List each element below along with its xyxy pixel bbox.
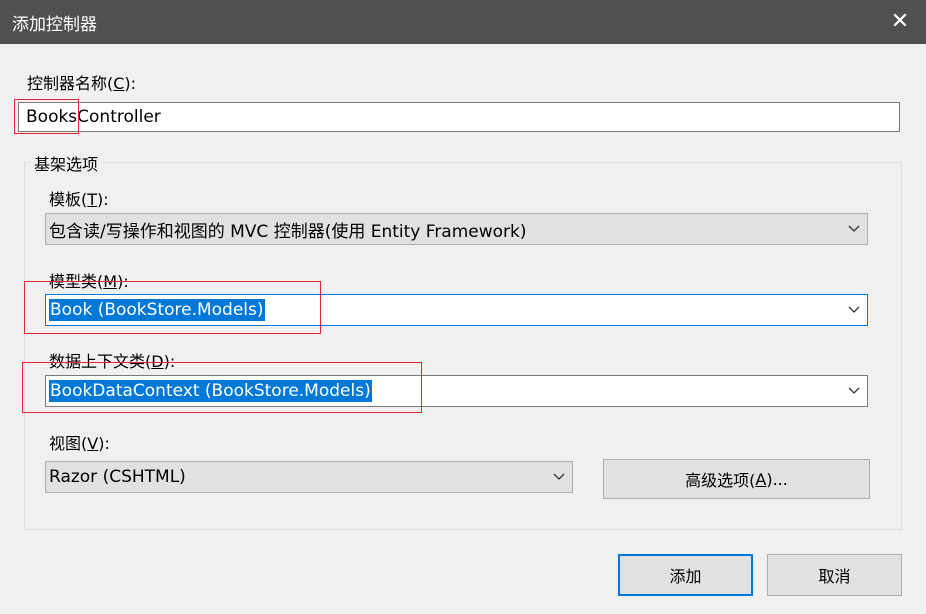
- view-value: Razor (CSHTML): [49, 467, 186, 487]
- template-label: 模板(T):: [49, 190, 109, 209]
- chevron-down-icon[interactable]: [546, 462, 572, 492]
- chevron-down-icon[interactable]: [841, 376, 867, 406]
- data-context-label: 数据上下文类(D):: [49, 352, 176, 371]
- controller-name-label: 控制器名称(C):: [27, 74, 137, 93]
- model-class-label: 模型类(M):: [49, 272, 129, 291]
- close-icon[interactable]: ✕: [886, 8, 914, 36]
- window-title: 添加控制器: [12, 14, 97, 35]
- model-class-dropdown[interactable]: Book (BookStore.Models): [45, 294, 868, 326]
- chevron-down-icon[interactable]: [841, 295, 867, 325]
- view-dropdown[interactable]: Razor (CSHTML): [45, 461, 573, 493]
- model-class-value: Book (BookStore.Models): [49, 299, 265, 321]
- data-context-dropdown[interactable]: BookDataContext (BookStore.Models): [45, 375, 868, 407]
- cancel-button[interactable]: 取消: [767, 554, 902, 596]
- add-button[interactable]: 添加: [618, 554, 753, 596]
- template-value: 包含读/写操作和视图的 MVC 控制器(使用 Entity Framework): [49, 221, 527, 242]
- title-bar: 添加控制器 ✕: [0, 0, 926, 44]
- data-context-value: BookDataContext (BookStore.Models): [49, 380, 372, 402]
- template-dropdown[interactable]: 包含读/写操作和视图的 MVC 控制器(使用 Entity Framework): [45, 213, 868, 245]
- scaffold-options-title: 基架选项: [30, 151, 103, 175]
- view-label: 视图(V):: [49, 434, 110, 453]
- controller-name-input[interactable]: BooksController: [18, 102, 900, 132]
- chevron-down-icon[interactable]: [841, 214, 867, 244]
- advanced-options-button[interactable]: 高级选项(A)...: [603, 459, 870, 499]
